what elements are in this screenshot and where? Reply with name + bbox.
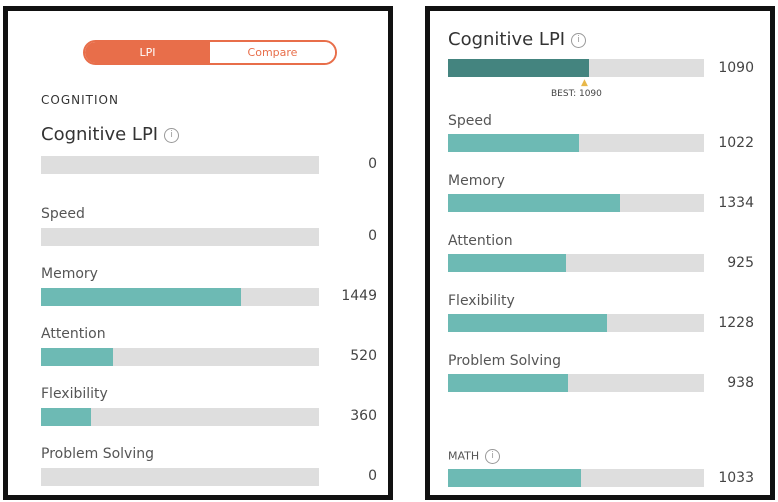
bar-fill (448, 254, 566, 272)
metric-value: 1449 (341, 288, 377, 304)
metric-label: Memory (41, 266, 98, 282)
best-marker-icon: ▲ (581, 78, 588, 88)
bar-track (41, 468, 319, 486)
bar-track (448, 469, 704, 487)
bar-fill (41, 348, 114, 366)
metric-label: Problem Solving (41, 446, 154, 462)
metric-value: 925 (727, 255, 754, 271)
metric-value: 1090 (718, 60, 754, 76)
toggle-lpi[interactable]: LPI (85, 42, 210, 63)
bar-track (448, 374, 704, 392)
metric-value: 938 (727, 375, 754, 391)
metric-value: 520 (350, 348, 377, 364)
info-icon[interactable]: i (571, 32, 587, 48)
metric-value: 360 (350, 408, 377, 424)
bar-fill (448, 374, 569, 392)
metric-label: Cognitive LPI (41, 124, 159, 145)
best-score: BEST: 1090 (551, 89, 602, 99)
bar-track (41, 228, 319, 246)
bar-track (448, 314, 704, 332)
metric-value: 0 (368, 468, 377, 484)
metric-value: 1022 (718, 135, 754, 151)
metric-label: Attention (41, 326, 106, 342)
bar-fill (448, 469, 582, 487)
lpi-compare-toggle[interactable]: LPI Compare (83, 40, 337, 65)
info-icon[interactable]: i (485, 449, 501, 464)
bar-fill (448, 59, 589, 77)
metric-label: MATH (448, 449, 480, 463)
metric-label: Speed (448, 113, 492, 129)
bar-fill (448, 134, 579, 152)
toggle-compare[interactable]: Compare (210, 42, 335, 63)
metric-value: 1334 (718, 195, 754, 211)
bar-track (448, 194, 704, 212)
metric-label: Problem Solving (448, 353, 561, 369)
section-title: COGNITION (41, 93, 119, 107)
bar-track (41, 348, 319, 366)
metric-value: 1033 (718, 470, 754, 486)
bar-track (41, 408, 319, 426)
metric-label: Flexibility (448, 293, 515, 309)
lpi-panel: LPI Compare COGNITION Cognitive LPI i 0 S… (3, 6, 393, 500)
bar-fill (448, 194, 620, 212)
metric-value: 1228 (718, 315, 754, 331)
bar-track (41, 288, 319, 306)
info-icon[interactable]: i (164, 127, 180, 143)
bar-fill (448, 314, 607, 332)
bar-track (41, 156, 319, 174)
metric-label: Cognitive LPI (448, 29, 566, 50)
metric-label: Speed (41, 206, 85, 222)
scores-panel: Cognitive LPI i 1090 ▲ BEST: 1090 Speed 1… (425, 6, 775, 500)
metric-label: Flexibility (41, 386, 108, 402)
metric-value: 0 (368, 156, 377, 172)
bar-track (448, 134, 704, 152)
bar-track (448, 59, 704, 77)
metric-label: Attention (448, 233, 513, 249)
bar-track (448, 254, 704, 272)
metric-value: 0 (368, 228, 377, 244)
bar-fill (41, 288, 242, 306)
metric-label: Memory (448, 173, 505, 189)
bar-fill (41, 408, 92, 426)
